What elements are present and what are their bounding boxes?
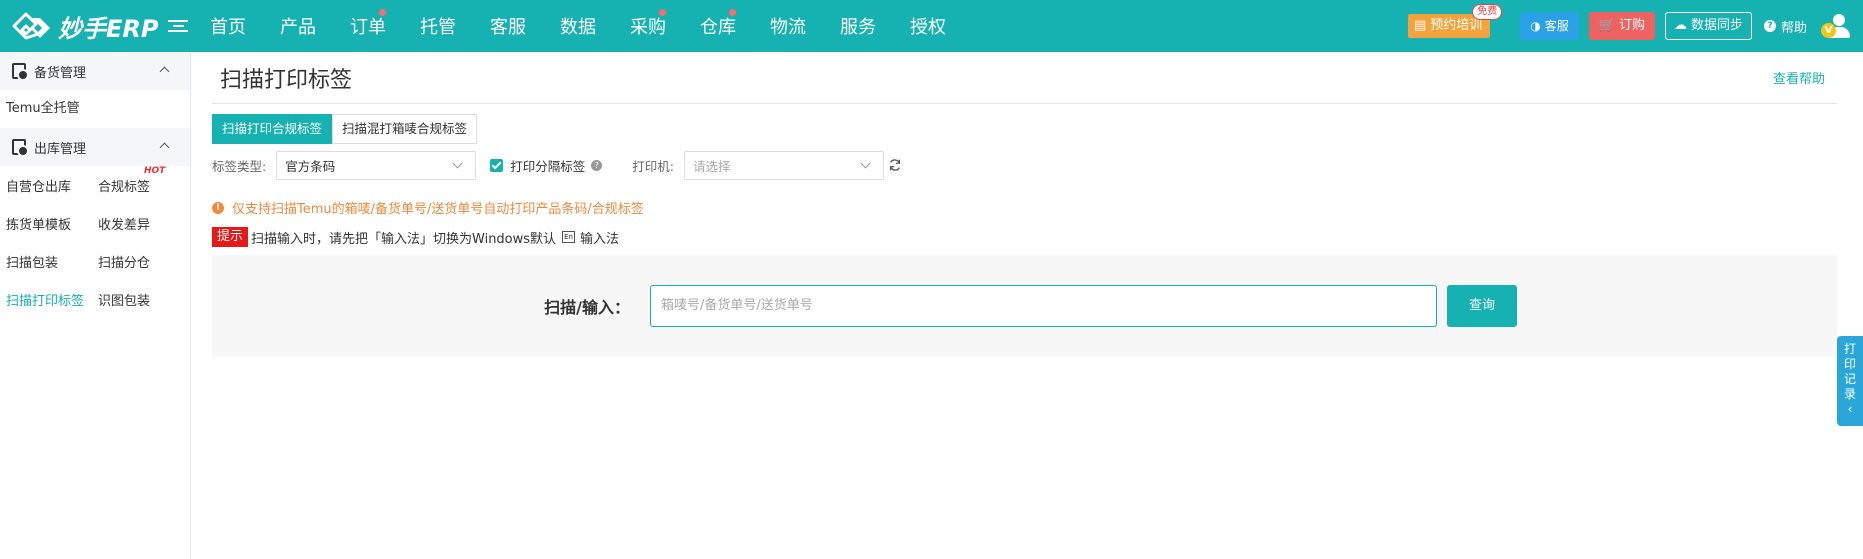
main-content: 扫描打印标签 查看帮助 扫描打印合规标签 扫描混打箱唛合规标签 标签类型: 官方… <box>212 52 1837 357</box>
document-icon <box>12 139 29 157</box>
page-title: 扫描打印标签 <box>220 67 353 93</box>
sidebar-item-compliance-label[interactable]: 合规标签 HOT <box>98 166 190 195</box>
data-sync-button[interactable]: ☁ 数据同步 <box>1664 12 1752 40</box>
chevron-up-icon <box>159 66 170 77</box>
sidebar: 备货管理 Temu全托管 出库管理 自营仓出库 合规标签 HOT 拣货单模板 收发… <box>0 52 191 559</box>
chevron-down-icon <box>860 158 871 168</box>
label-type-label: 标签类型: <box>212 158 267 174</box>
print-separator-checkbox[interactable] <box>490 158 504 172</box>
chevron-down-icon <box>452 158 463 168</box>
vip-badge: V <box>1821 23 1836 38</box>
sidebar-group-stock[interactable]: 备货管理 <box>0 52 190 90</box>
nav-logistics[interactable]: 物流 <box>770 13 840 39</box>
nav-authorization[interactable]: 授权 <box>910 13 980 39</box>
warning-message: ! 仅支持扫描Temu的箱唛/备货单号/送货单号自动打印产品条码/合规标签 <box>212 198 1837 217</box>
print-separator-label: 打印分隔标签 <box>510 158 586 174</box>
print-record-tab[interactable]: 打 印 记 录 ‹ <box>1837 336 1863 426</box>
sidebar-item-picking-template[interactable]: 拣货单模板 <box>6 214 98 233</box>
free-badge: 免费 <box>1472 4 1503 20</box>
filter-bar: 标签类型: 官方条码 打印分隔标签 ? 打印机: 请选择 <box>212 150 1837 180</box>
nav-customer-service[interactable]: 客服 <box>490 13 560 39</box>
nav-orders[interactable]: 订单 <box>350 9 420 39</box>
nav-warehouse[interactable]: 仓库 <box>700 9 770 39</box>
cloud-icon: ☁ <box>1673 18 1687 33</box>
sidebar-item-temu[interactable]: Temu全托管 <box>0 90 190 128</box>
tip-badge: 提示 <box>212 227 249 247</box>
page-header: 扫描打印标签 查看帮助 <box>212 52 1837 104</box>
menu-toggle-icon[interactable] <box>168 16 188 36</box>
sidebar-row: 扫描包装 扫描分仓 <box>0 242 190 280</box>
warning-icon: ! <box>212 201 224 214</box>
cart-icon: 🛒 <box>1598 18 1615 33</box>
sidebar-row: 扫描打印标签 识图包装 <box>0 280 190 318</box>
service-button[interactable]: ◑ 客服 <box>1520 12 1579 40</box>
main-nav: 首页 产品 订单 托管 客服 数据 采购 仓库 物流 服务 授权 <box>210 0 980 52</box>
top-right-actions: ▤ 预约培训 免费 ◑ 客服 🛒 订购 ☁ 数据同步 ? 帮助 V <box>1407 0 1863 52</box>
brand-name: 妙手ERP <box>58 14 159 43</box>
printer-label: 打印机: <box>632 158 674 174</box>
user-avatar[interactable]: V <box>1821 11 1851 41</box>
view-help-link[interactable]: 查看帮助 <box>1773 68 1825 87</box>
sidebar-item-scan-split[interactable]: 扫描分仓 <box>98 252 190 271</box>
tab-scan-mixed-box[interactable]: 扫描混打箱唛合规标签 <box>332 114 478 144</box>
question-icon[interactable]: ? <box>591 159 603 171</box>
scan-input[interactable]: 箱唛号/备货单号/送货单号 <box>650 285 1437 327</box>
logo-icon <box>12 12 50 40</box>
printer-select[interactable]: 请选择 <box>683 150 884 180</box>
nav-hosting[interactable]: 托管 <box>420 13 490 39</box>
nav-services[interactable]: 服务 <box>840 13 910 39</box>
question-icon: ? <box>1763 20 1776 32</box>
sidebar-item-scan-pack[interactable]: 扫描包装 <box>6 252 98 271</box>
scan-input-label: 扫描/输入： <box>544 298 630 317</box>
scan-panel: 扫描/输入： 箱唛号/备货单号/送货单号 查询 <box>212 255 1837 357</box>
training-button[interactable]: ▤ 预约培训 免费 <box>1407 4 1503 38</box>
sidebar-item-image-pack[interactable]: 识图包装 <box>98 290 190 309</box>
nav-data[interactable]: 数据 <box>560 13 630 39</box>
nav-home[interactable]: 首页 <box>210 13 280 39</box>
document-icon <box>12 63 29 81</box>
input-method-icon: En <box>562 231 576 243</box>
tab-scan-compliance[interactable]: 扫描打印合规标签 <box>212 114 333 144</box>
label-type-select[interactable]: 官方条码 <box>276 150 477 180</box>
notification-dot <box>379 9 386 16</box>
hot-badge: HOT <box>144 165 166 176</box>
sidebar-row: 拣货单模板 收发差异 <box>0 204 190 242</box>
refresh-icon[interactable] <box>888 158 902 172</box>
chevron-up-icon <box>159 142 170 153</box>
order-button[interactable]: 🛒 订购 <box>1588 12 1655 40</box>
notification-dot <box>659 9 666 16</box>
chat-icon: ▤ <box>1413 18 1427 33</box>
tip-message: 提示 扫描输入时，请先把「输入法」切换为Windows默认 En 输入法 <box>212 227 1837 247</box>
top-navbar: 妙手ERP 首页 产品 订单 托管 客服 数据 采购 仓库 物流 服务 授权 ▤… <box>0 0 1863 52</box>
sidebar-row: 自营仓出库 合规标签 HOT <box>0 166 190 204</box>
nav-products[interactable]: 产品 <box>280 13 350 39</box>
sidebar-item-scan-print-label[interactable]: 扫描打印标签 <box>6 290 98 309</box>
brand-logo[interactable]: 妙手ERP <box>0 0 160 52</box>
help-link[interactable]: ? 帮助 <box>1763 17 1807 36</box>
chevron-left-icon: ‹ <box>1847 402 1853 416</box>
notification-dot <box>729 9 736 16</box>
sidebar-item-self-warehouse[interactable]: 自营仓出库 <box>6 176 98 195</box>
query-button[interactable]: 查询 <box>1447 285 1517 327</box>
tab-bar: 扫描打印合规标签 扫描混打箱唛合规标签 <box>212 114 1837 144</box>
headset-icon: ◑ <box>1530 19 1541 33</box>
nav-purchase[interactable]: 采购 <box>630 9 700 39</box>
sidebar-group-outbound[interactable]: 出库管理 <box>0 128 190 166</box>
sidebar-item-shipping-diff[interactable]: 收发差异 <box>98 214 190 233</box>
